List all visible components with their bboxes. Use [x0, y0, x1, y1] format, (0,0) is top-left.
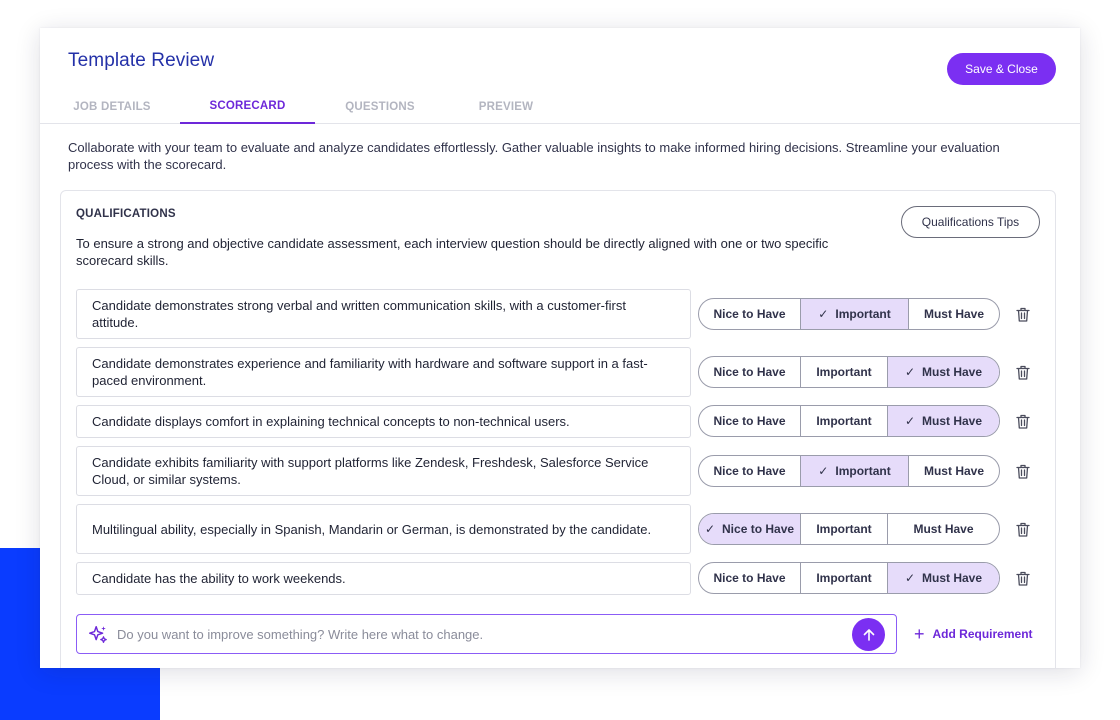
trash-icon[interactable]: [1014, 462, 1032, 480]
priority-option-label: Nice to Have: [722, 522, 795, 536]
check-icon: ✓: [704, 522, 716, 536]
priority-toggle: Nice to Have Important ✓ Must Have: [698, 562, 1000, 594]
scorecard-intro-text: Collaborate with your team to evaluate a…: [68, 140, 1000, 172]
priority-option-nice-to-have[interactable]: Nice to Have: [699, 299, 800, 329]
priority-option-nice-to-have[interactable]: Nice to Have: [699, 456, 800, 486]
priority-toggle: ✓ Nice to Have Important Must Have: [698, 513, 1000, 545]
priority-toggle: Nice to Have ✓ Important Must Have: [698, 455, 1000, 487]
qualifications-panel: QUALIFICATIONS Qualifications Tips To en…: [60, 190, 1056, 668]
priority-option-label: Important: [816, 571, 872, 585]
priority-option-must-have[interactable]: ✓ Must Have: [887, 563, 999, 593]
tab-preview[interactable]: PREVIEW: [477, 90, 535, 124]
check-icon: ✓: [904, 414, 916, 428]
priority-option-label: Must Have: [922, 365, 983, 379]
priority-option-label: Important: [816, 414, 872, 428]
tab-bar: JOB DETAILS SCORECARD QUESTIONS PREVIEW: [40, 90, 1080, 124]
priority-toggle: Nice to Have Important ✓ Must Have: [698, 405, 1000, 437]
priority-option-label: Must Have: [922, 414, 983, 428]
priority-option-label: Nice to Have: [713, 307, 786, 321]
arrow-up-icon: [863, 628, 874, 641]
priority-option-label: Must Have: [922, 571, 983, 585]
requirement-text[interactable]: Candidate exhibits familiarity with supp…: [76, 446, 691, 496]
priority-option-important[interactable]: Important: [800, 357, 887, 387]
priority-option-must-have[interactable]: Must Have: [887, 514, 999, 544]
priority-option-nice-to-have[interactable]: ✓ Nice to Have: [699, 514, 800, 544]
priority-option-label: Nice to Have: [713, 414, 786, 428]
priority-option-label: Important: [816, 365, 872, 379]
priority-option-nice-to-have[interactable]: Nice to Have: [699, 406, 800, 436]
requirement-text[interactable]: Candidate has the ability to work weeken…: [76, 562, 691, 595]
priority-option-must-have[interactable]: Must Have: [908, 299, 999, 329]
send-button[interactable]: [852, 618, 885, 651]
template-review-window: Template Review Save & Close JOB DETAILS…: [40, 28, 1080, 668]
plus-icon: +: [914, 624, 925, 644]
priority-option-nice-to-have[interactable]: Nice to Have: [699, 357, 800, 387]
trash-icon[interactable]: [1014, 412, 1032, 430]
priority-option-label: Must Have: [923, 464, 985, 478]
save-close-button[interactable]: Save & Close: [947, 53, 1056, 85]
tab-job-details[interactable]: JOB DETAILS: [70, 90, 154, 124]
ai-improve-input[interactable]: [117, 624, 837, 644]
priority-option-label: Important: [835, 464, 891, 478]
ai-improve-input-box: [76, 614, 897, 654]
priority-option-label: Important: [816, 522, 872, 536]
trash-icon[interactable]: [1014, 363, 1032, 381]
priority-option-important[interactable]: Important: [800, 563, 887, 593]
check-icon: ✓: [904, 365, 916, 379]
priority-option-must-have[interactable]: ✓ Must Have: [887, 357, 999, 387]
priority-option-important[interactable]: ✓ Important: [800, 456, 908, 486]
priority-toggle: Nice to Have ✓ Important Must Have: [698, 298, 1000, 330]
qualifications-heading: QUALIFICATIONS: [76, 208, 176, 220]
trash-icon[interactable]: [1014, 569, 1032, 587]
requirement-text[interactable]: Candidate displays comfort in explaining…: [76, 405, 691, 438]
priority-option-label: Must Have: [913, 522, 974, 536]
add-requirement-label: Add Requirement: [932, 627, 1033, 641]
sparkle-icon: [89, 626, 107, 643]
priority-toggle: Nice to Have Important ✓ Must Have: [698, 356, 1000, 388]
requirement-text[interactable]: Candidate demonstrates strong verbal and…: [76, 289, 691, 339]
check-icon: ✓: [818, 307, 829, 321]
check-icon: ✓: [904, 571, 916, 585]
requirement-text[interactable]: Multilingual ability, especially in Span…: [76, 504, 691, 554]
priority-option-nice-to-have[interactable]: Nice to Have: [699, 563, 800, 593]
qualifications-tips-button[interactable]: Qualifications Tips: [901, 206, 1040, 238]
add-requirement-button[interactable]: + Add Requirement: [914, 624, 1033, 644]
qualifications-description: To ensure a strong and objective candida…: [76, 236, 829, 268]
priority-option-label: Important: [835, 307, 891, 321]
check-icon: ✓: [818, 464, 829, 478]
requirement-text[interactable]: Candidate demonstrates experience and fa…: [76, 347, 691, 397]
priority-option-must-have[interactable]: ✓ Must Have: [887, 406, 999, 436]
trash-icon[interactable]: [1014, 305, 1032, 323]
priority-option-important[interactable]: ✓ Important: [800, 299, 908, 329]
priority-option-must-have[interactable]: Must Have: [908, 456, 999, 486]
priority-option-label: Nice to Have: [713, 464, 786, 478]
page-title: Template Review: [68, 50, 215, 71]
priority-option-important[interactable]: Important: [800, 406, 887, 436]
priority-option-important[interactable]: Important: [800, 514, 887, 544]
tab-questions[interactable]: QUESTIONS: [343, 90, 417, 124]
priority-option-label: Must Have: [923, 307, 985, 321]
priority-option-label: Nice to Have: [713, 365, 786, 379]
tab-scorecard[interactable]: SCORECARD: [180, 90, 315, 124]
trash-icon[interactable]: [1014, 520, 1032, 538]
priority-option-label: Nice to Have: [713, 571, 786, 585]
